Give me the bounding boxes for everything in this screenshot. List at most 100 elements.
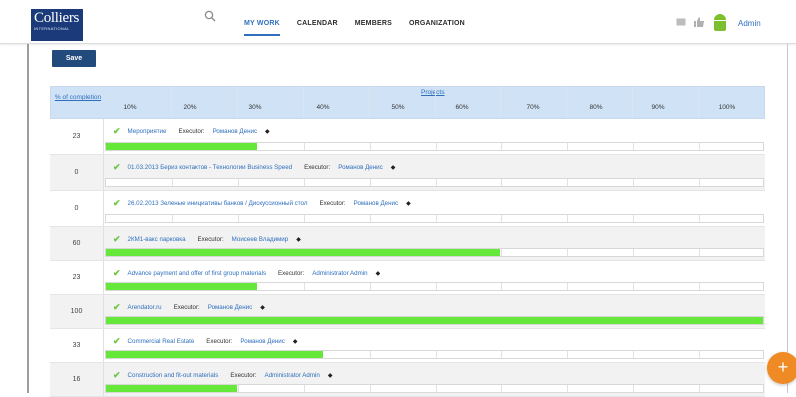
task-link[interactable]: Commercial Real Estate	[128, 338, 195, 345]
task-link[interactable]: Мероприятие	[128, 128, 167, 135]
column-header: 60%	[455, 104, 469, 111]
executor-label: Executor:	[304, 164, 331, 171]
column-header: 30%	[248, 104, 262, 111]
executor-link[interactable]: Романов Денис	[354, 200, 398, 207]
progress-track	[105, 316, 764, 325]
colliers-logo[interactable]: Colliers INTERNATIONAL	[31, 9, 83, 41]
executor-label: Executor:	[278, 270, 305, 277]
table-row: 60 ✔ 2КМ1-вакс парковка Executor: Моисеев Вл…	[50, 227, 765, 261]
task-cell: ✔ 01.03.2013 Бериз контактов - Технологии…	[104, 155, 765, 190]
progress-track	[105, 350, 764, 359]
task-cell: ✔ Arendator.ru Executor: Романов Денис ◆	[104, 295, 765, 328]
check-icon: ✔	[113, 268, 121, 278]
progress-track	[105, 248, 764, 257]
executor-link[interactable]: Administrator Admin	[264, 372, 319, 379]
top-bar: Colliers INTERNATIONAL MY WORK CALENDAR …	[0, 0, 796, 44]
executor-label: Executor:	[230, 372, 257, 379]
pin-icon[interactable]: ◆	[406, 200, 411, 207]
projects-header[interactable]: Projects	[421, 89, 444, 96]
task-line: ✔ Мероприятие Executor: Романов Денис ◆	[113, 126, 270, 137]
task-link[interactable]: 01.03.2013 Бериз контактов - Технологии …	[128, 164, 293, 171]
table-row: 33 ✔ Commercial Real Estate Executor: Романо…	[50, 329, 765, 363]
column-header: 70%	[526, 104, 540, 111]
executor-link[interactable]: Романов Денис	[240, 338, 284, 345]
task-cell: ✔ 2КМ1-вакс парковка Executor: Моисеев Влад…	[104, 227, 765, 260]
pin-icon[interactable]: ◆	[328, 372, 333, 379]
executor-label: Executor:	[197, 236, 224, 243]
like-icon[interactable]	[694, 16, 704, 30]
progress-track	[105, 282, 764, 291]
executor-link[interactable]: Романов Денис	[338, 164, 382, 171]
save-button[interactable]: Save	[52, 50, 96, 67]
task-link[interactable]: Advance payment and offer of first group…	[128, 270, 267, 277]
executor-label: Executor:	[173, 304, 200, 311]
executor-link[interactable]: Романов Денис	[208, 304, 252, 311]
executor-link[interactable]: Романов Денис	[213, 128, 257, 135]
task-link[interactable]: Construction and fit-out materials	[128, 372, 219, 379]
nav-organization[interactable]: ORGANIZATION	[409, 0, 465, 44]
user-menu[interactable]: Admin	[738, 19, 761, 28]
left-edge-bar	[27, 44, 29, 393]
table-row: 100 ✔ Arendator.ru Executor: Романов Денис ◆	[50, 295, 765, 329]
check-icon: ✔	[113, 370, 121, 380]
completion-value: 100	[50, 295, 104, 328]
task-line: ✔ Advance payment and offer of first grou…	[113, 268, 380, 279]
pin-icon[interactable]: ◆	[293, 338, 298, 345]
completion-header[interactable]: % of completion	[51, 87, 105, 120]
progress-track	[105, 214, 764, 223]
table-row: 16 ✔ Construction and fit-out materials Exe…	[50, 363, 765, 397]
task-link[interactable]: 2КМ1-вакс парковка	[128, 236, 186, 243]
nav-my-work[interactable]: MY WORK	[244, 0, 280, 44]
pin-icon[interactable]: ◆	[391, 164, 396, 171]
executor-label: Executor:	[206, 338, 233, 345]
completion-value: 23	[50, 119, 104, 154]
task-link[interactable]: 26.02.2013 Зеленые инициативы банков / Д…	[128, 200, 308, 207]
column-header: 50%	[391, 104, 405, 111]
pin-icon[interactable]: ◆	[265, 128, 270, 135]
nav-calendar[interactable]: CALENDAR	[297, 0, 338, 44]
task-cell: ✔ 26.02.2013 Зеленые инициативы банков / …	[104, 191, 765, 226]
check-icon: ✔	[113, 234, 121, 244]
task-cell: ✔ Advance payment and offer of first grou…	[104, 261, 765, 294]
header-tools: Admin	[676, 14, 761, 32]
pin-icon[interactable]: ◆	[376, 270, 381, 277]
task-line: ✔ 2КМ1-вакс парковка Executor: Моисеев Влад…	[113, 234, 301, 245]
executor-label: Executor:	[178, 128, 205, 135]
table-row: 23 ✔ Мероприятие Executor: Романов Денис ◆	[50, 119, 765, 155]
check-icon: ✔	[113, 126, 121, 136]
table-row: 0 ✔ 01.03.2013 Бериз контактов - Технологи…	[50, 155, 765, 191]
column-header: 10%	[123, 104, 137, 111]
pin-icon[interactable]: ◆	[296, 236, 301, 243]
scrollbar[interactable]	[787, 44, 788, 393]
main-nav: MY WORK CALENDAR MEMBERS ORGANIZATION	[244, 0, 465, 44]
table-header: % of completion Projects 10% 20% 30% 40% 50%…	[50, 86, 765, 119]
search-icon[interactable]	[204, 9, 220, 25]
executor-link[interactable]: Administrator Admin	[312, 270, 367, 277]
nav-members[interactable]: MEMBERS	[355, 0, 392, 44]
add-fab-button[interactable]: +	[767, 352, 796, 384]
executor-link[interactable]: Моисеев Владимир	[232, 236, 289, 243]
task-line: ✔ Construction and fit-out materials Execu…	[113, 370, 332, 381]
completion-value: 16	[50, 363, 104, 396]
check-icon: ✔	[113, 198, 121, 208]
mail-icon[interactable]	[676, 18, 686, 29]
progress-fill	[106, 143, 258, 150]
column-header: 100%	[718, 104, 736, 111]
progress-fill	[106, 283, 258, 290]
task-line: ✔ Commercial Real Estate Executor: Романов …	[113, 336, 298, 347]
task-line: ✔ 01.03.2013 Бериз контактов - Технологии…	[113, 162, 395, 173]
column-header: 20%	[183, 104, 197, 111]
projects-table: % of completion Projects 10% 20% 30% 40% 50%…	[50, 86, 765, 397]
completion-value: 0	[50, 155, 104, 190]
android-avatar-icon[interactable]	[712, 14, 728, 32]
logo-subtext: INTERNATIONAL	[34, 26, 70, 31]
pin-icon[interactable]: ◆	[260, 304, 265, 311]
column-header: 40%	[316, 104, 330, 111]
task-cell: ✔ Commercial Real Estate Executor: Романов …	[104, 329, 765, 362]
progress-fill	[106, 385, 238, 392]
task-link[interactable]: Arendator.ru	[128, 304, 162, 311]
executor-label: Executor:	[319, 200, 346, 207]
table-row: 23 ✔ Advance payment and offer of first gr…	[50, 261, 765, 295]
task-line: ✔ Arendator.ru Executor: Романов Денис ◆	[113, 302, 265, 313]
task-cell: ✔ Мероприятие Executor: Романов Денис ◆	[104, 119, 765, 154]
